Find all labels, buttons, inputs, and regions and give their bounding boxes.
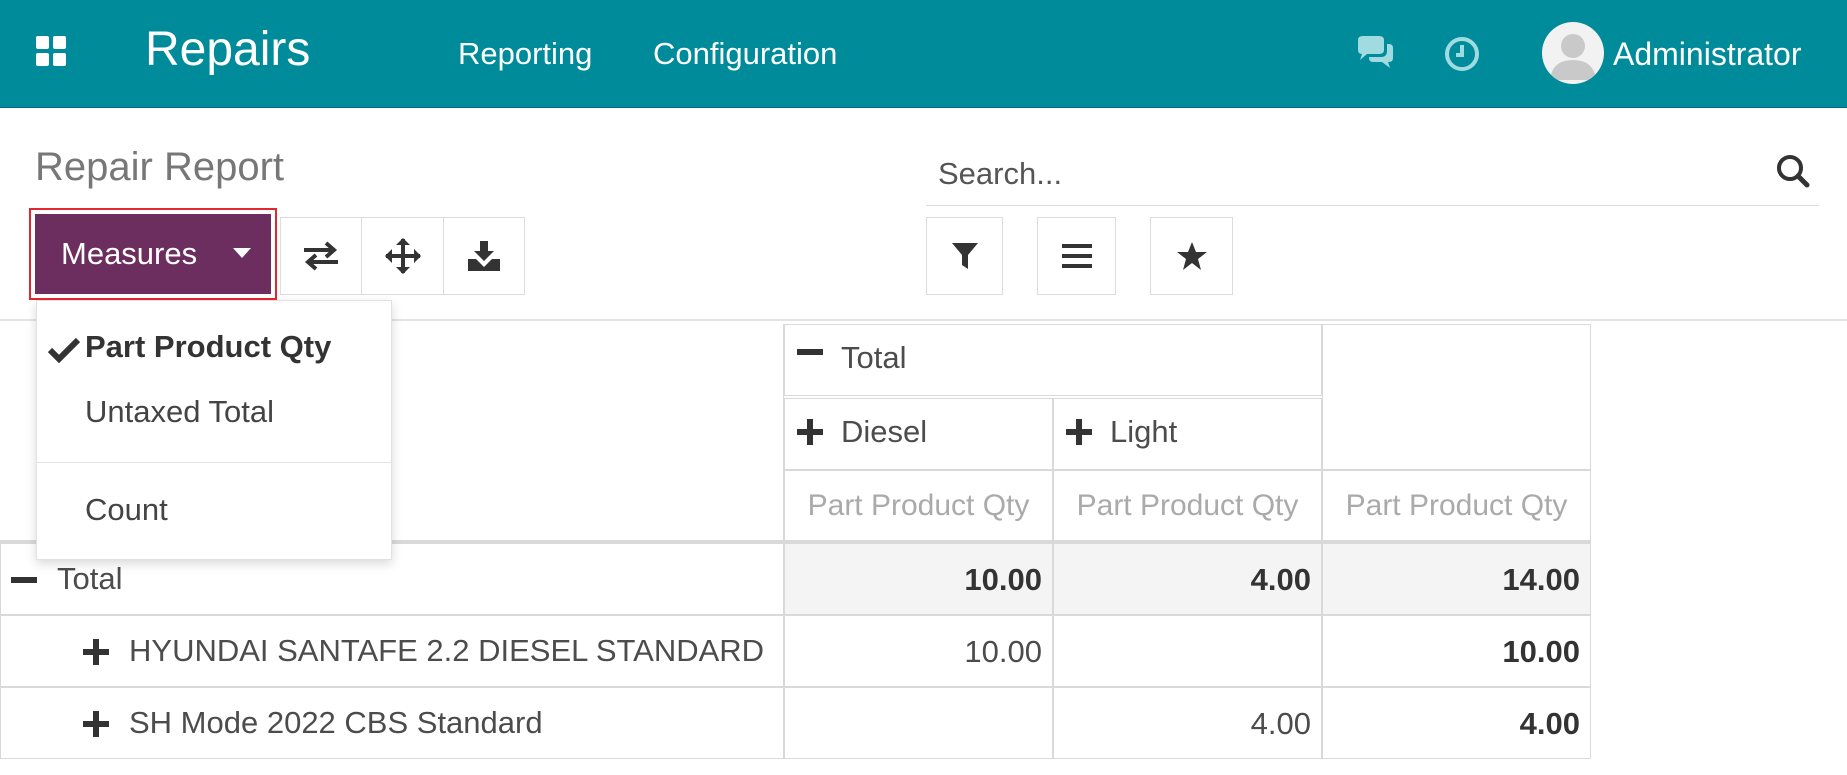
apps-grid-icon[interactable] <box>34 34 68 68</box>
search-box <box>926 140 1819 206</box>
measures-label: Measures <box>61 236 198 271</box>
measures-highlight: Measures <box>29 208 277 300</box>
cell-value[interactable]: 10.00 <box>1322 615 1591 687</box>
filter-button[interactable] <box>926 217 1003 295</box>
caret-down-icon <box>233 248 251 258</box>
col-header-light[interactable]: Light <box>1053 398 1322 470</box>
dropdown-divider <box>37 462 391 463</box>
menu-configuration[interactable]: Configuration <box>653 36 837 72</box>
cell-value[interactable] <box>784 687 1053 759</box>
flip-axis-button[interactable] <box>280 217 362 295</box>
col-header-total-label: Total <box>841 340 907 375</box>
favorites-button[interactable] <box>1150 217 1233 295</box>
menu-reporting[interactable]: Reporting <box>458 36 592 72</box>
group-by-icon <box>1061 244 1092 268</box>
row-header-hyundai[interactable]: HYUNDAI SANTAFE 2.2 DIESEL STANDARD <box>0 615 784 687</box>
cell-value[interactable] <box>1053 615 1322 687</box>
group-by-button[interactable] <box>1037 217 1116 295</box>
minus-icon <box>11 577 37 583</box>
row-header-sh-mode-label: SH Mode 2022 CBS Standard <box>129 705 543 740</box>
minus-icon <box>797 349 823 355</box>
measures-button[interactable]: Measures <box>35 214 271 294</box>
user-name[interactable]: Administrator <box>1613 36 1802 73</box>
col-header-diesel-label: Diesel <box>841 414 928 449</box>
top-navbar: Repairs Reporting Configuration Administ… <box>0 0 1847 108</box>
measure-option-count[interactable]: Count <box>85 492 168 528</box>
row-header-sh-mode[interactable]: SH Mode 2022 CBS Standard <box>0 687 784 759</box>
cell-value[interactable]: 4.00 <box>1053 543 1322 615</box>
col-header-light-label: Light <box>1110 414 1178 449</box>
measure-option-untaxed-total[interactable]: Untaxed Total <box>85 394 274 430</box>
measure-header[interactable]: Part Product Qty <box>1322 470 1591 543</box>
measure-option-part-product-qty[interactable]: Part Product Qty <box>85 329 331 365</box>
cell-value[interactable]: 10.00 <box>784 615 1053 687</box>
cell-value[interactable]: 10.00 <box>784 543 1053 615</box>
plus-icon <box>1066 419 1092 445</box>
expand-all-icon <box>384 238 421 274</box>
download-icon <box>468 241 500 271</box>
expand-all-button[interactable] <box>361 217 444 295</box>
page-title: Repair Report <box>35 145 285 189</box>
plus-icon <box>83 639 109 665</box>
cell-value[interactable]: 4.00 <box>1322 687 1591 759</box>
plus-icon <box>797 419 823 445</box>
clock-icon[interactable] <box>1442 34 1484 74</box>
chat-icon[interactable] <box>1354 34 1396 74</box>
row-header-hyundai-label: HYUNDAI SANTAFE 2.2 DIESEL STANDARD <box>129 633 765 668</box>
download-button[interactable] <box>443 217 525 295</box>
measures-dropdown: Part Product Qty Untaxed Total Count <box>36 300 392 560</box>
avatar[interactable] <box>1542 22 1604 84</box>
cell-value[interactable]: 14.00 <box>1322 543 1591 615</box>
plus-icon <box>83 711 109 737</box>
measure-header[interactable]: Part Product Qty <box>784 470 1053 543</box>
col-header-diesel[interactable]: Diesel <box>784 398 1053 470</box>
filter-icon <box>951 243 978 269</box>
flip-axis-icon <box>304 241 338 271</box>
favorite-star-icon <box>1176 242 1207 270</box>
check-icon <box>48 337 80 363</box>
search-icon[interactable] <box>1772 150 1816 194</box>
search-input[interactable] <box>938 152 1698 196</box>
app-title: Repairs <box>145 23 311 76</box>
col-header-total[interactable]: Total <box>784 324 1322 396</box>
measure-header[interactable]: Part Product Qty <box>1053 470 1322 543</box>
cell-value[interactable]: 4.00 <box>1053 687 1322 759</box>
col-header-blank <box>1322 324 1591 470</box>
row-header-total-label: Total <box>57 561 123 596</box>
